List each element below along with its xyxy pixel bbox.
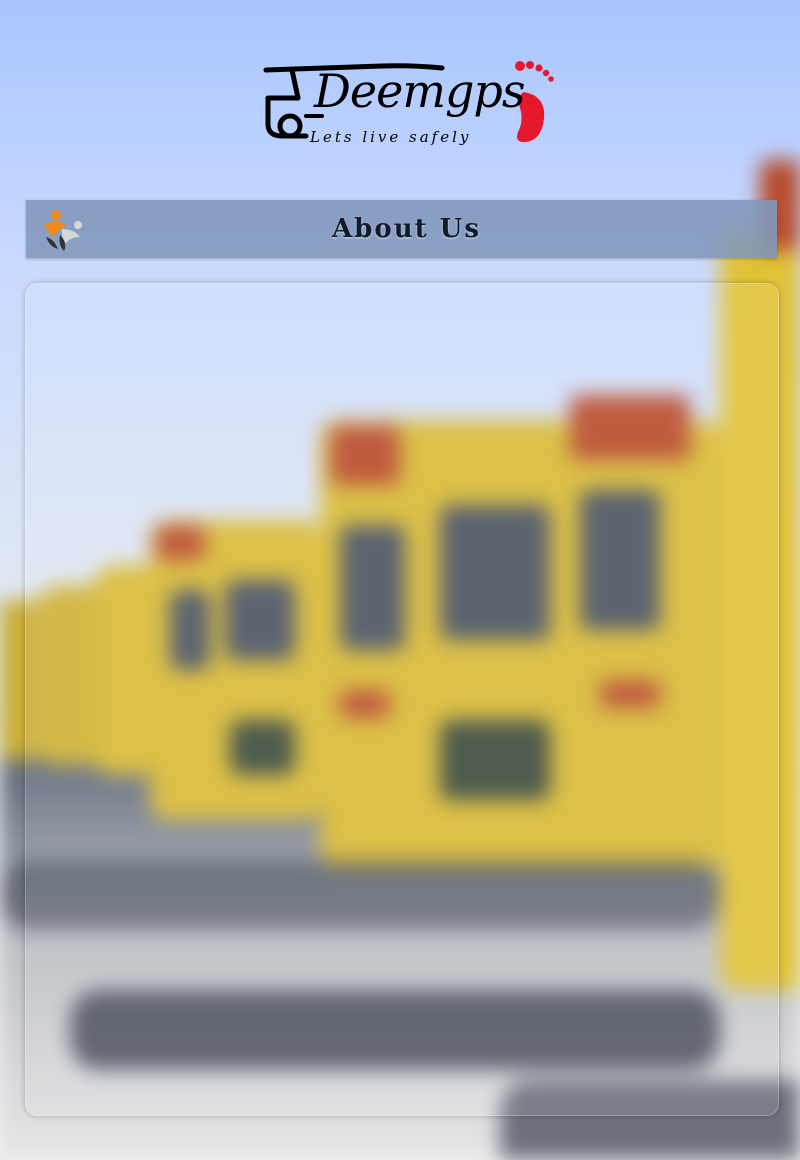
page-header-bar: About Us: [26, 200, 777, 258]
deemgps-logo: Deemgps Lets live safely: [262, 58, 556, 150]
page-title: About Us: [332, 214, 481, 244]
logo-wordmark: Deemgps: [314, 64, 525, 118]
logo-tagline: Lets live safely: [310, 128, 472, 146]
content-text: [26, 284, 778, 324]
content-panel: [25, 283, 779, 1116]
